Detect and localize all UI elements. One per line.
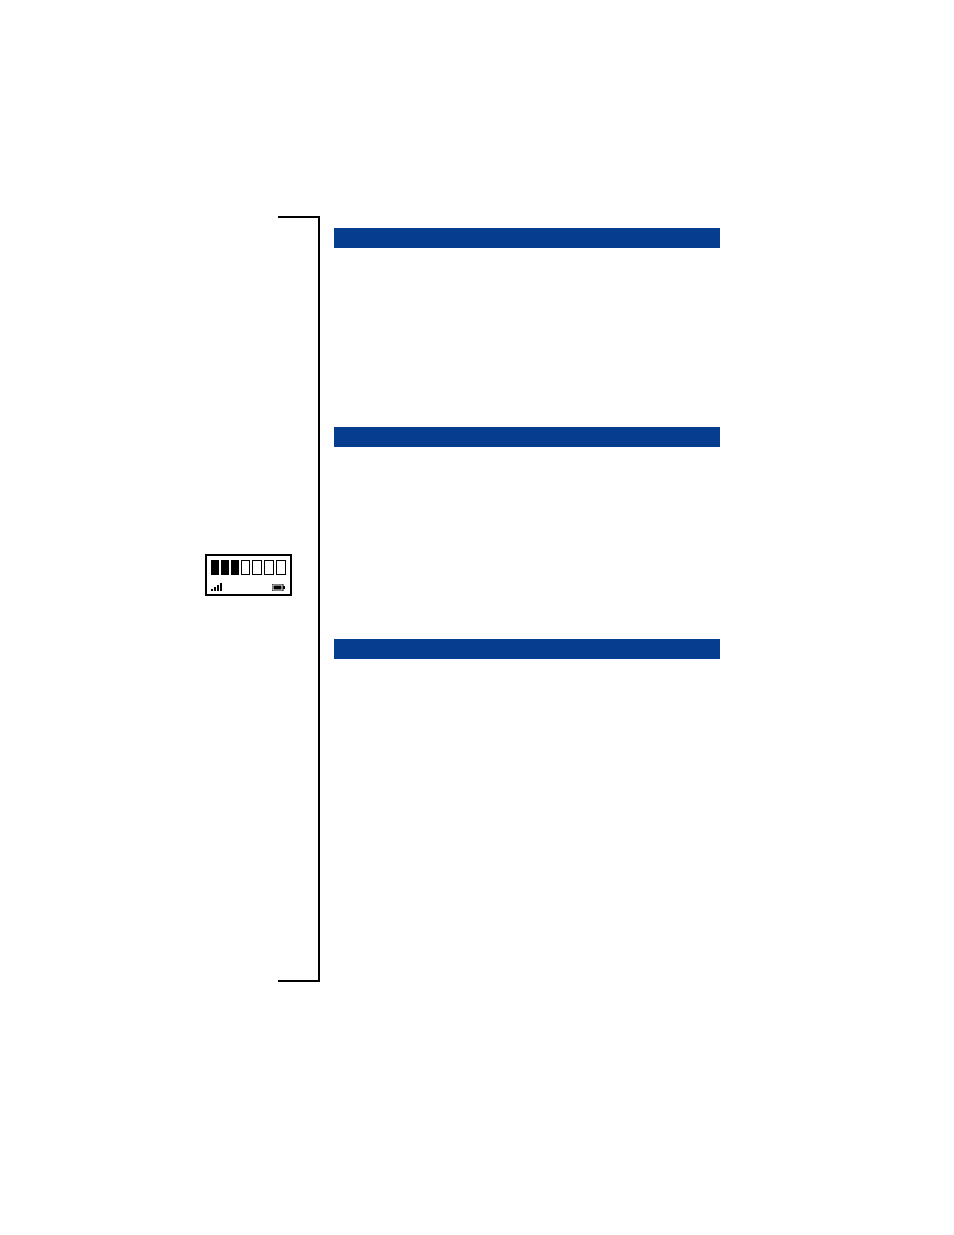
battery-icon xyxy=(272,584,286,591)
volume-segment xyxy=(264,560,274,575)
volume-segment xyxy=(276,560,286,575)
section-bar-1 xyxy=(334,228,720,248)
volume-segment xyxy=(221,560,229,575)
section-bar-3 xyxy=(334,639,720,659)
volume-segment xyxy=(252,560,262,575)
volume-segment xyxy=(211,560,219,575)
section-bar-2 xyxy=(334,427,720,447)
lcd-display xyxy=(205,554,292,596)
layout-bracket xyxy=(278,216,320,982)
volume-meter xyxy=(211,560,286,575)
signal-icon xyxy=(211,582,225,591)
volume-segment xyxy=(231,560,239,575)
volume-segment xyxy=(241,560,251,575)
